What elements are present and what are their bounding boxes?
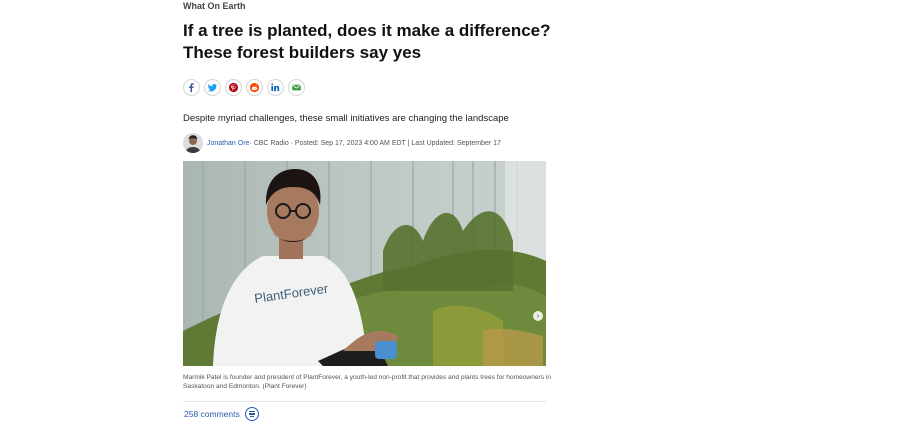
share-bar [183,79,305,96]
share-reddit-button[interactable] [246,79,263,96]
next-image-arrow-icon[interactable]: › [533,311,543,321]
hero-image[interactable]: PlantForever › [183,161,546,366]
comments-icon[interactable] [244,407,259,421]
share-twitter-button[interactable] [204,79,221,96]
share-facebook-button[interactable] [183,79,200,96]
reddit-icon [249,82,260,93]
pinterest-icon [228,82,239,93]
byline: Jonathan Ore · CBC Radio · Posted: Sep 1… [183,133,501,153]
email-icon [292,84,301,91]
image-caption: Marmik Patel is founder and president of… [183,374,551,390]
facebook-icon [189,83,194,93]
section-kicker[interactable]: What On Earth [183,0,246,12]
byline-meta: · CBC Radio · Posted: Sep 17, 2023 4:00 … [249,139,501,147]
author-avatar[interactable] [183,133,203,153]
article-deck: Despite myriad challenges, these small i… [183,113,509,124]
linkedin-icon [271,83,280,92]
share-linkedin-button[interactable] [267,79,284,96]
divider [183,401,546,402]
author-link[interactable]: Jonathan Ore [207,140,249,147]
share-email-button[interactable] [288,79,305,96]
twitter-icon [207,83,218,92]
article-headline: If a tree is planted, does it make a dif… [183,21,551,62]
comments-link[interactable]: 258 comments [184,407,259,421]
share-pinterest-button[interactable] [225,79,242,96]
comments-count[interactable]: 258 comments [184,409,240,419]
